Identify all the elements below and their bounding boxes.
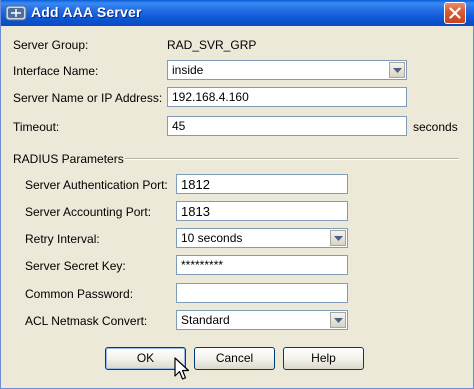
acl-netmask-value: Standard <box>181 313 230 327</box>
chevron-down-icon <box>393 68 402 73</box>
interface-name-label: Interface Name: <box>13 64 99 78</box>
window-title: Add AAA Server <box>31 4 142 20</box>
retry-interval-label: Retry Interval: <box>25 232 100 246</box>
auth-port-input[interactable]: 1812 <box>176 174 348 194</box>
server-name-label: Server Name or IP Address: <box>13 91 163 105</box>
interface-name-dropdown-button[interactable] <box>389 62 405 78</box>
retry-interval-dropdown-button[interactable] <box>330 230 346 246</box>
retry-interval-select[interactable]: 10 seconds <box>176 228 348 248</box>
acl-netmask-label: ACL Netmask Convert: <box>25 314 148 328</box>
retry-interval-value: 10 seconds <box>181 231 243 245</box>
interface-name-value: inside <box>172 63 204 77</box>
interface-name-select[interactable]: inside <box>167 60 407 80</box>
secret-key-input[interactable]: ********* <box>176 255 348 275</box>
chevron-down-icon <box>334 318 343 323</box>
close-button[interactable] <box>444 2 466 24</box>
close-icon <box>449 7 461 19</box>
common-password-input[interactable] <box>176 283 348 303</box>
timeout-label: Timeout: <box>13 120 60 134</box>
acl-netmask-select[interactable]: Standard <box>176 310 348 330</box>
title-bar[interactable]: Add AAA Server <box>1 0 474 26</box>
acct-port-label: Server Accounting Port: <box>25 205 152 219</box>
timeout-unit: seconds <box>413 120 458 134</box>
group-divider <box>125 158 459 160</box>
auth-port-label: Server Authentication Port: <box>25 178 168 192</box>
acct-port-input[interactable]: 1813 <box>176 201 348 221</box>
chevron-down-icon <box>334 236 343 241</box>
common-password-label: Common Password: <box>25 287 134 301</box>
mouse-pointer-icon <box>174 357 192 383</box>
acl-netmask-dropdown-button[interactable] <box>330 312 346 328</box>
radius-parameters-heading: RADIUS Parameters <box>13 152 124 166</box>
server-group-value: RAD_SVR_GRP <box>167 38 257 52</box>
secret-key-label: Server Secret Key: <box>25 259 126 273</box>
add-aaa-server-dialog: Add AAA Server Server Group: RAD_SVR_GRP… <box>0 0 474 389</box>
server-group-label: Server Group: <box>13 38 89 52</box>
help-button[interactable]: Help <box>283 347 364 370</box>
server-name-input[interactable]: 192.168.4.160 <box>167 87 407 107</box>
timeout-input[interactable]: 45 <box>167 116 407 136</box>
cisco-app-icon <box>5 3 27 23</box>
cancel-button[interactable]: Cancel <box>194 347 275 370</box>
